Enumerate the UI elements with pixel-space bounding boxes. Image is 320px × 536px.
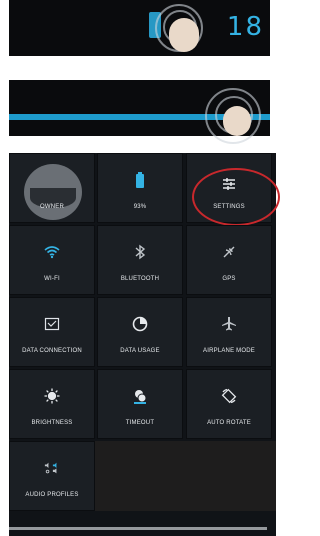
status-bar-step-1[interactable]: 18 xyxy=(9,0,270,56)
bluetooth-icon xyxy=(132,244,148,260)
tile-wifi[interactable]: WI-FI xyxy=(9,225,95,295)
tile-data-connection[interactable]: DATA CONNECTION xyxy=(9,297,95,367)
quick-settings-panel: OWNER 93% SETTINGS WI-FI BLUETOOTH GPS D… xyxy=(9,153,280,536)
tile-gps-label: GPS xyxy=(222,276,236,282)
data-usage-icon xyxy=(132,316,148,332)
tile-data-connection-label: DATA CONNECTION xyxy=(22,348,82,354)
tile-audio-profiles[interactable]: AUDIO PROFILES xyxy=(9,441,95,511)
panel-drag-handle[interactable] xyxy=(9,527,267,530)
pull-down-bar-step-2[interactable] xyxy=(9,80,270,144)
tile-timeout-label: TIMEOUT xyxy=(125,420,155,426)
brightness-icon xyxy=(44,388,60,404)
data-connection-icon xyxy=(44,316,60,332)
settings-highlight-circle xyxy=(192,168,280,226)
tile-bluetooth[interactable]: BLUETOOTH xyxy=(97,225,183,295)
battery-icon xyxy=(132,172,148,188)
tile-audio-profiles-label: AUDIO PROFILES xyxy=(25,492,79,498)
tile-brightness-label: BRIGHTNESS xyxy=(31,420,73,426)
tile-battery-label: 93% xyxy=(133,204,147,210)
finger-icon xyxy=(223,106,251,136)
tile-data-usage-label: DATA USAGE xyxy=(120,348,160,354)
timeout-icon xyxy=(132,388,148,404)
tile-wifi-label: WI-FI xyxy=(44,276,60,282)
wifi-icon xyxy=(44,244,60,260)
tile-gps[interactable]: GPS xyxy=(186,225,272,295)
avatar xyxy=(24,164,82,220)
tile-battery[interactable]: 93% xyxy=(97,153,183,223)
tile-timeout[interactable]: TIMEOUT xyxy=(97,369,183,439)
tile-bluetooth-label: BLUETOOTH xyxy=(120,276,160,282)
tile-auto-rotate[interactable]: AUTO ROTATE xyxy=(186,369,272,439)
tile-airplane-mode-label: AIRPLANE MODE xyxy=(203,348,255,354)
tile-auto-rotate-label: AUTO ROTATE xyxy=(207,420,251,426)
tile-brightness[interactable]: BRIGHTNESS xyxy=(9,369,95,439)
audio-profiles-icon xyxy=(44,460,60,476)
auto-rotate-icon xyxy=(221,388,237,404)
finger-icon xyxy=(169,18,199,52)
tile-airplane-mode[interactable]: AIRPLANE MODE xyxy=(186,297,272,367)
panel-background xyxy=(95,441,276,511)
tile-owner-label: OWNER xyxy=(40,204,64,210)
airplane-icon xyxy=(221,316,237,332)
clock-text: 18 xyxy=(226,12,264,42)
gps-icon xyxy=(221,244,237,260)
tile-owner[interactable]: OWNER xyxy=(9,153,95,223)
tile-data-usage[interactable]: DATA USAGE xyxy=(97,297,183,367)
